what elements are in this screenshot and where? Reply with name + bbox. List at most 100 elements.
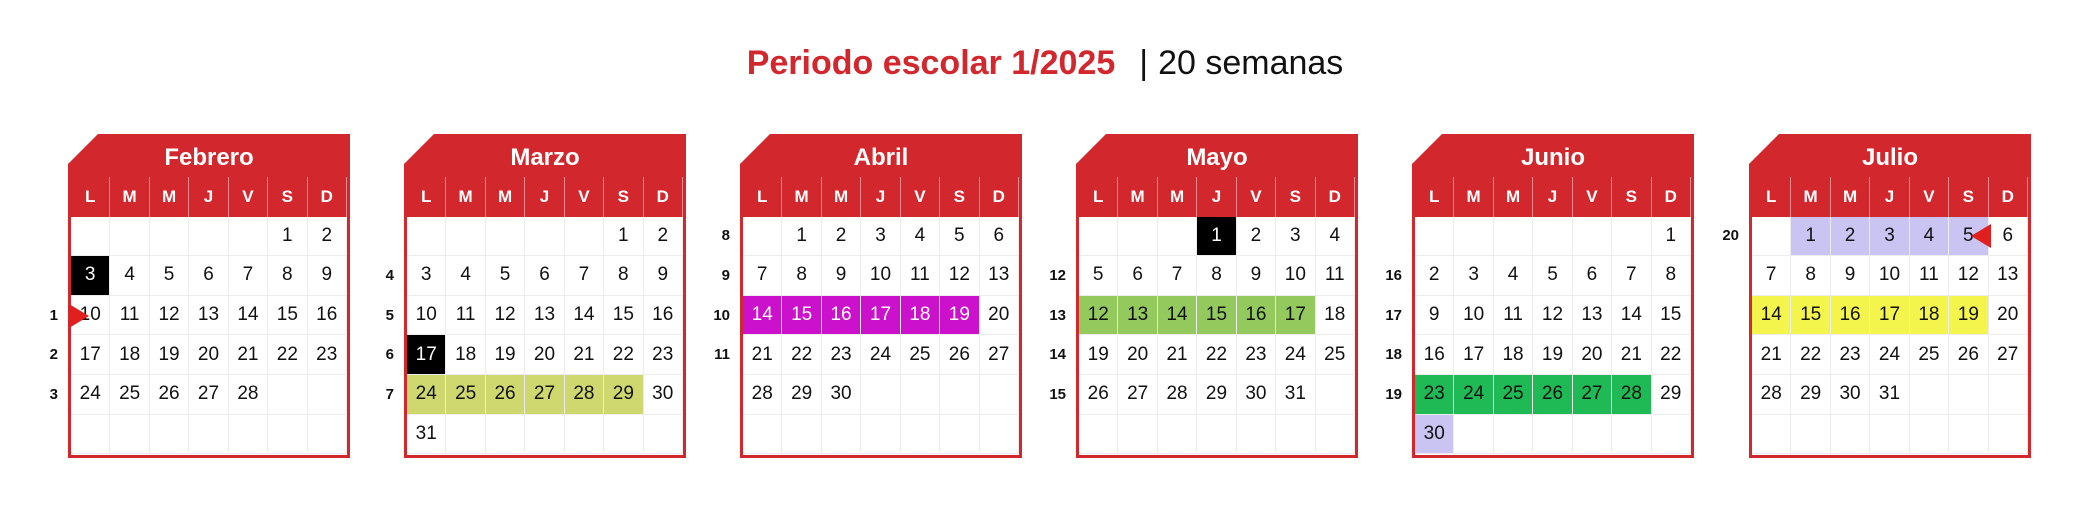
day-cell: 12 [1949,256,1989,296]
day-cell: 2 [1830,216,1871,257]
day-cell: 5 [1533,256,1573,296]
day-cell: 4 [446,256,486,296]
day-cell: 25 [1315,335,1355,375]
weekday-header: S [1612,177,1652,217]
empty-cell [940,374,980,415]
empty-cell [228,216,269,257]
day-cell: 26 [149,374,190,415]
day-cell: 15 [1651,295,1691,336]
day-cell: 19 [485,335,526,375]
weekday-header: V [564,177,605,217]
empty-cell [979,374,1019,415]
day-cell: 6 [1118,256,1158,296]
empty-cell [1197,414,1237,455]
day-cell: 12 [149,295,190,336]
empty-cell [110,216,150,257]
week-number: 5 [385,306,394,324]
weekday-header: L [1415,177,1455,217]
week-number: 4 [385,267,394,284]
empty-cell [1870,414,1910,455]
empty-cell [1157,216,1198,257]
weekday-header: D [1651,177,1691,217]
empty-cell [149,414,190,455]
week-number: 12 [1049,267,1066,284]
day-cell: 27 [189,374,229,415]
empty-cell [979,414,1019,455]
weekday-header: D [1315,177,1355,217]
day-cell: 16 [307,295,347,336]
month-name: Mayo [1079,137,1355,177]
empty-cell [1315,374,1355,415]
day-cell: 16 [1415,335,1455,375]
week-number: 3 [49,385,58,403]
empty-cell [485,414,526,455]
day-cell: 24 [71,374,111,415]
empty-cell [525,414,565,455]
weekday-header: J [861,177,901,217]
empty-cell [782,414,822,455]
day-cell: 21 [228,335,269,375]
day-cell: 17 [71,335,111,375]
day-cell: 23 [1236,335,1277,375]
empty-cell [900,374,941,415]
weekday-header: S [1276,177,1316,217]
empty-cell [1533,216,1573,257]
month-calendar-abril: Abril L M M J V S D 1 2 3 4 5 6 7 8 9 10 11 12 13 14 15 16 17 18 1… [740,134,1022,458]
day-cell: 25 [446,374,486,415]
empty-cell [861,374,901,415]
day-cell: 21 [1752,335,1792,375]
day-cell: 14 [1752,295,1792,336]
day-cell: 24 [1454,374,1494,415]
week-number: 7 [385,385,394,403]
day-cell: 28 [564,374,605,415]
empty-cell [1276,414,1316,455]
weekday-header: M [821,177,862,217]
day-cell: 18 [110,335,150,375]
title-separator: | [1139,44,1149,82]
day-cell: 1 [1197,216,1237,257]
end-arrow-icon [1970,224,1991,249]
day-cell: 20 [979,295,1019,336]
day-cell: 13 [1572,295,1613,336]
month-calendar-julio: Julio L M M J V S D 1 2 3 4 5 6 7 8 9 10 11 12 13 14 15 16 17 18 1… [1749,134,2031,458]
day-cell: 25 [110,374,150,415]
day-cell: 7 [743,256,783,296]
day-cell: 28 [228,374,269,415]
day-cell: 5 [485,256,526,296]
empty-cell [940,414,980,455]
page-title: Periodo escolar 1/2025 | 20 semanas [0,40,2090,86]
month-calendar-marzo: Marzo L M M J V S D 1 2 3 4 5 6 7 8 9 10 11 12 13 14 15 16 17 18 1… [404,134,686,458]
week-number: 17 [1385,306,1402,324]
empty-cell [71,414,111,455]
day-cell: 22 [782,335,822,375]
empty-cell [743,216,783,257]
day-cell: 11 [900,256,941,296]
empty-cell [149,216,190,257]
empty-cell [861,414,901,455]
week-number: 13 [1049,306,1066,324]
day-cell: 22 [268,335,308,375]
day-cell: 13 [1118,295,1158,336]
day-cell: 20 [525,335,565,375]
day-cell: 4 [1909,216,1950,257]
day-cell: 24 [861,335,901,375]
month-calendar-febrero: Febrero L M M J V S D 1 2 3 4 5 6 7 8 9 10 11 12 13 14 15 16 17 1… [68,134,350,458]
weekday-header: L [407,177,447,217]
weekday-header: D [979,177,1019,217]
day-cell: 14 [743,295,783,336]
day-cell: 8 [782,256,822,296]
day-cell: 13 [1988,256,2028,296]
day-cell: 1 [268,216,308,257]
empty-cell [1988,374,2028,415]
day-cell: 14 [1157,295,1198,336]
day-grid: L M M J V S D 1 2 3 4 5 6 7 8 9 10 11 12 13 14 15 16 17 18 19 20 21… [1415,177,1691,455]
day-cell: 12 [485,295,526,336]
day-grid: L M M J V S D 1 2 3 4 5 6 7 8 9 10 11 12 13 14 15 16 17 18 19 20 21… [1752,177,2028,455]
empty-cell [1118,216,1158,257]
weekday-header: V [1236,177,1277,217]
empty-cell [1949,414,1989,455]
month-calendar-mayo: Mayo L M M J V S D 1 2 3 4 5 6 7 8 9 10 11 12 13 14 15 16 17 18 19… [1076,134,1358,458]
day-cell: 25 [1493,374,1534,415]
weekday-header: J [525,177,565,217]
empty-cell [1949,374,1989,415]
